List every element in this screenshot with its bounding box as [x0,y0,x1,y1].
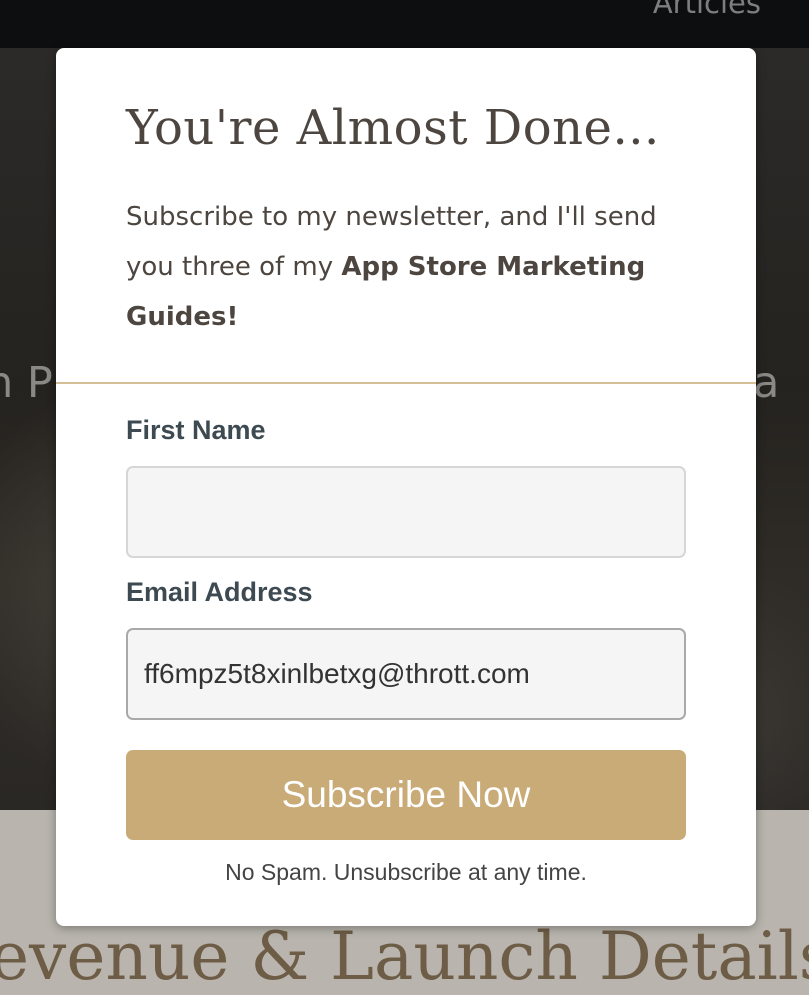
first-name-label: First Name [126,415,266,445]
section-heading: evenue & Launch Details [0,918,809,995]
email-input[interactable] [126,628,686,720]
email-label: Email Address [126,577,313,607]
no-spam-note: No Spam. Unsubscribe at any time. [225,859,587,885]
newsletter-modal: You're Almost Done... Subscribe to my ne… [56,48,756,926]
top-nav-bar: Articles [0,0,809,48]
subscribe-button[interactable]: Subscribe Now [126,750,686,840]
modal-divider [56,382,756,384]
modal-title: You're Almost Done... [126,100,660,156]
modal-header: You're Almost Done... Subscribe to my ne… [56,48,756,382]
modal-description: Subscribe to my newsletter, and I'll sen… [126,192,686,342]
first-name-input[interactable] [126,466,686,558]
nav-link-articles[interactable]: Articles [653,0,761,20]
